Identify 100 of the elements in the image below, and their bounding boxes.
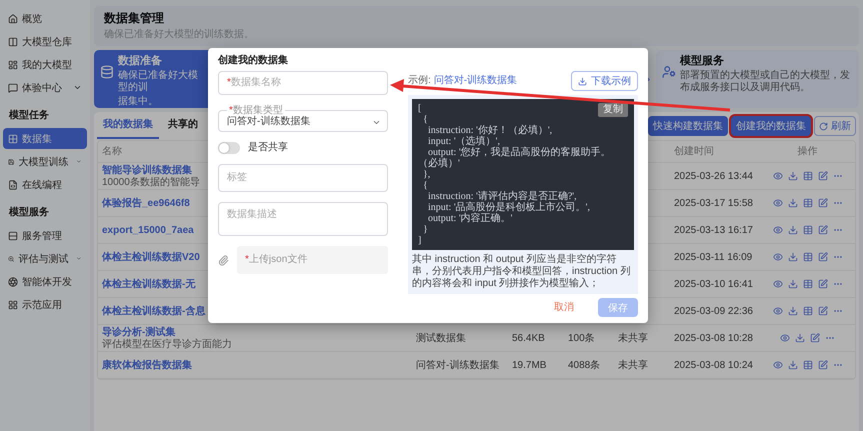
table-icon[interactable] [802,306,812,316]
eye-icon[interactable] [772,279,782,289]
textarea-field[interactable]: 数据集描述 [218,202,388,236]
dataset-name-link[interactable]: 体检主检训练数据V20 [102,250,200,264]
download-icon[interactable] [788,225,798,235]
menu-item-icon [8,82,18,92]
edit-icon[interactable] [818,198,828,208]
input-field[interactable]: *数据集名称 [218,71,388,95]
sidebar-item[interactable]: 在线编程 [3,174,87,195]
edit-icon[interactable] [818,279,828,289]
edit-icon[interactable] [818,171,828,181]
table-icon[interactable] [802,279,812,289]
table-icon[interactable] [802,225,812,235]
code-line: instruction: '你好！（必填）', [427,125,552,136]
dataset-name-link[interactable]: 康软体检报告数据集 [102,358,192,372]
table-cell: 未共享 [618,332,648,344]
table-cell: 2025-03-13 16:17 [674,224,753,236]
table-cell: 未共享 [618,358,648,372]
step-description: 确保已准备好大模型的训 [118,70,199,94]
download-icon [578,76,587,86]
dataset-name-link[interactable]: 体检主检训练数据-含息 [102,304,206,318]
step-description: 部署预置的大模型或自己的大模型，发布成服务接口以及调用代码。 [680,70,850,94]
code-line: ] [418,235,422,246]
menu-item-icon [8,60,18,70]
download-icon[interactable] [788,252,798,262]
upload-field[interactable]: *上传json文件 [237,246,388,274]
table-cell: 2025-03-10 16:41 [674,278,753,290]
toolbar-button[interactable]: 创建我的数据集 [731,116,811,136]
tab[interactable]: 我的数据集 [97,113,159,139]
dataset-name-link[interactable]: export_15000_7aea [102,224,194,236]
refresh-icon [819,122,828,130]
sidebar-item[interactable]: 体验中心 [3,77,87,98]
table-cell: 2025-03-09 22:36 [674,304,753,318]
table-cell: 2025-03-08 10:24 [674,358,753,372]
sidebar-item[interactable]: 数据集 [3,128,87,149]
table-cell: 2025-03-08 10:28 [674,332,753,344]
code-line: input: '品高股份是科创板上市公司。', [427,202,590,213]
dataset-name-link[interactable]: 体验报告_ee9646f8 [102,196,190,210]
column-header: 名称 [102,145,122,158]
sidebar-section-title: 模型任务 [8,108,50,123]
table-cell: 2025-03-26 13:44 [674,170,753,182]
download-icon[interactable] [788,171,798,181]
paperclip-icon [218,254,229,266]
toggle-label: 是否共享 [248,142,288,154]
edit-icon[interactable] [818,225,828,235]
edit-icon[interactable] [818,252,828,262]
dataset-name-link[interactable]: 体检主检训练数据-无 [102,278,196,290]
select-field[interactable]: *数据集类型 问答对-训练数据集 [218,105,388,132]
dataset-description: 评估模型在医疗导诊方面能力 [102,338,232,350]
sidebar-item[interactable]: 示范应用 [3,294,87,315]
sidebar-item[interactable]: 评估与测试 [3,248,87,269]
sidebar-item[interactable]: 我的大模型 [3,54,87,75]
input-field[interactable]: 标签 [218,164,388,192]
edit-icon[interactable] [818,360,828,370]
cancel-button[interactable]: 取消 [548,300,580,314]
example-link[interactable]: 问答对-训练数据集 [434,75,518,87]
sidebar-item[interactable]: 服务管理 [3,225,87,246]
table-cell: 56.4KB [512,332,545,344]
table-cell: 2025-03-17 15:58 [674,196,753,210]
step-description: 据集中。 [118,96,159,108]
download-example-button[interactable]: 下载示例 [571,71,638,91]
sidebar-item[interactable]: 大模型训练 [3,151,87,172]
tab[interactable]: 共享的 [162,113,204,139]
table-icon[interactable] [802,171,812,181]
sidebar-item[interactable]: 智能体开发 [3,271,87,292]
download-icon[interactable] [788,198,798,208]
table-icon[interactable] [802,360,812,370]
sidebar-section-title: 模型服务 [8,206,50,220]
copy-button[interactable]: 复制 [598,103,628,117]
table-icon[interactable] [802,198,812,208]
toolbar-button[interactable]: 刷新 [814,116,856,136]
eye-icon[interactable] [772,306,782,316]
edit-icon[interactable] [818,306,828,316]
eye-icon[interactable] [772,225,782,235]
eye-icon[interactable] [780,333,790,343]
table-icon[interactable] [802,252,812,262]
page-subtitle: 确保已准备好大模型的训练数据。 [104,29,255,41]
share-toggle[interactable] [218,142,240,154]
table-cell: 问答对-训练数据集 [416,358,500,372]
download-icon[interactable] [788,306,798,316]
download-icon[interactable] [788,360,798,370]
download-icon[interactable] [788,279,798,289]
table-cell: 2025-03-11 16:09 [674,250,752,264]
sidebar-item[interactable]: 概览 [3,8,87,29]
edit-icon[interactable] [810,333,820,343]
menu-item-icon [8,230,18,240]
eye-icon[interactable] [772,252,782,262]
dataset-name-link[interactable]: 导诊分析-测试集 [102,326,176,338]
example-label: 示例: [408,75,431,87]
eye-icon[interactable] [772,198,782,208]
code-line: { [422,180,428,191]
dataset-name-link[interactable]: 智能导诊训练数据集 [102,164,192,176]
eye-icon[interactable] [772,360,782,370]
column-header: 创建时间 [674,145,714,158]
sidebar-item[interactable]: 大模型仓库 [3,31,87,52]
eye-icon[interactable] [772,171,782,181]
download-icon[interactable] [795,333,805,343]
example-note: 其中 instruction 和 output 列应当是非空的字符串，分别代表用户指令和模型回答，instruction 列的内容将会和 input 列拼接作为模型输入； [412,254,632,290]
code-line: } [422,224,428,235]
toolbar-button[interactable]: 快速构建数据集 [648,116,728,136]
